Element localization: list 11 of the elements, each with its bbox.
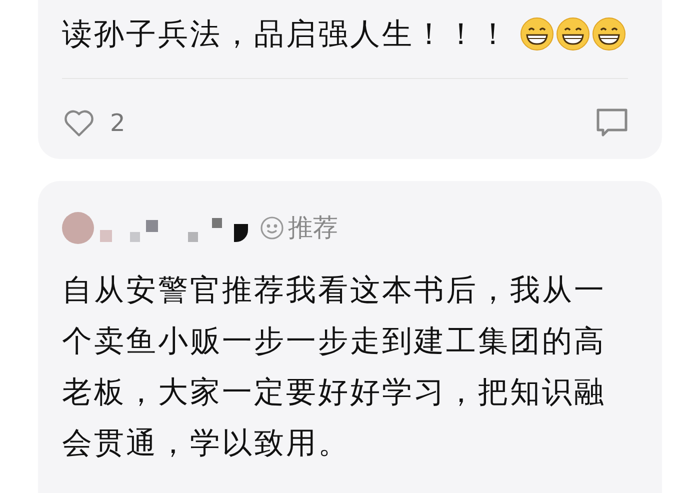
grinning-emoji-icon: [556, 17, 590, 51]
smiley-icon: [260, 216, 284, 240]
like-button[interactable]: 2: [62, 105, 126, 141]
heart-icon: [62, 108, 96, 138]
grinning-emoji-icon: [520, 17, 554, 51]
comment-text: 自从安警官推荐我看这本书后，我从一个卖鱼小贩一步一步走到建工集团的高老板，大家一定要好好学习，把知识融会贯通，学以致用。: [62, 272, 607, 462]
avatar: [62, 212, 94, 244]
comment-icon[interactable]: [596, 108, 628, 138]
comment-text: 读孙子兵法，品启强人生！！！: [62, 16, 510, 54]
recommend-tag: 推荐: [260, 209, 338, 246]
grinning-emoji-icon: [592, 17, 626, 51]
